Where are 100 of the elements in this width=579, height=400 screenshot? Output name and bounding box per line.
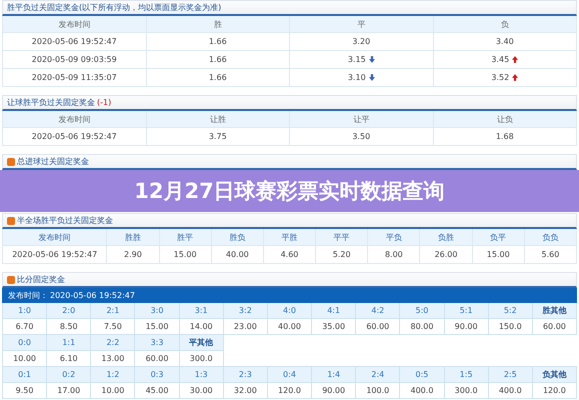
table-cell: 2.90 <box>107 246 160 264</box>
column-header: 负胜 <box>420 229 473 246</box>
score-header: 0:5 <box>400 367 445 383</box>
column-header: 负负 <box>524 229 577 246</box>
column-header: 负 <box>434 16 577 33</box>
table-cell: 15.00 <box>472 246 525 264</box>
score-header: 1:3 <box>180 367 224 383</box>
score-header: 2:1 <box>91 303 136 319</box>
table-cell: 26.00 <box>420 246 473 264</box>
score-header: 4:2 <box>356 303 400 319</box>
score-header: 2:4 <box>356 367 400 383</box>
score-header: 3:1 <box>180 303 224 319</box>
table-cell: 5.20 <box>316 246 368 264</box>
table-cell: 1.66 <box>146 51 290 69</box>
score-header: 4:1 <box>312 303 356 319</box>
score-header: 1:4 <box>312 367 356 383</box>
odds-cell: 400.0 <box>488 383 533 399</box>
odds-cell: 30.00 <box>180 383 224 399</box>
handicap-label: (-1) <box>97 98 112 107</box>
score-header: 3:0 <box>135 303 180 319</box>
table-cell: 4.60 <box>264 246 316 264</box>
column-header: 发布时间 <box>3 111 146 128</box>
odds-cell: 10.00 <box>91 383 136 399</box>
score-header: 0:2 <box>47 367 92 383</box>
table-cell: 15.00 <box>160 246 212 264</box>
column-header: 负平 <box>472 229 525 246</box>
section-icon <box>7 158 15 166</box>
publish-time-label: 发布时间： <box>8 290 48 301</box>
column-header: 胜 <box>146 16 290 33</box>
odds-cell: 300.0 <box>444 383 489 399</box>
section-icon <box>7 276 15 284</box>
table-cell: 3.52 <box>434 69 577 87</box>
section-title: 胜平负过关固定奖金(以下所有浮动，均以票面显示奖金为准) <box>7 2 222 13</box>
odds-cell: 120.0 <box>532 383 577 399</box>
score-header: 2:2 <box>91 335 136 351</box>
score-header: 2:0 <box>47 303 92 319</box>
score-header: 0:1 <box>3 367 48 383</box>
column-header: 平平 <box>316 229 368 246</box>
column-header: 让负 <box>434 111 577 128</box>
score-header: 3:2 <box>224 303 268 319</box>
odds-cell: 45.00 <box>135 383 180 399</box>
table-cell: 3.50 <box>290 128 434 146</box>
column-header: 胜胜 <box>107 229 160 246</box>
score-header: 1:0 <box>3 303 48 319</box>
score-header: 胜其他 <box>532 303 577 319</box>
column-header: 平负 <box>368 229 420 246</box>
odds-cell: 120.0 <box>268 383 312 399</box>
odds-cell: 32.00 <box>224 383 268 399</box>
table-cell: 3.10 <box>290 69 434 87</box>
score-header: 0:3 <box>135 367 180 383</box>
table-cell: 40.00 <box>212 246 264 264</box>
table-cell: 5.60 <box>524 246 577 264</box>
odds-cell: 17.00 <box>47 383 92 399</box>
score-header: 3:3 <box>135 335 180 351</box>
column-header: 发布时间 <box>3 16 146 33</box>
table-cell: 1.68 <box>434 128 577 146</box>
odds-cell: 400.0 <box>400 383 445 399</box>
column-header: 让胜 <box>146 111 290 128</box>
score-header: 5:0 <box>400 303 445 319</box>
section-icon <box>7 216 15 224</box>
table-cell: 2020-05-06 19:52:47 <box>3 246 108 264</box>
score-header: 平其他 <box>180 335 224 351</box>
table-cell: 2020-05-06 19:52:47 <box>3 128 146 146</box>
column-header: 胜负 <box>212 229 264 246</box>
score-header: 0:0 <box>3 335 48 351</box>
column-header: 平胜 <box>264 229 316 246</box>
column-header: 发布时间 <box>3 229 108 246</box>
score-header: 1:1 <box>47 335 92 351</box>
score-header: 5:1 <box>444 303 489 319</box>
score-header: 5:2 <box>488 303 533 319</box>
section-title: 比分固定奖金 <box>17 274 65 285</box>
table-cell: 3.20 <box>290 33 434 51</box>
score-header: 负其他 <box>532 367 577 383</box>
table-cell: 2020-05-06 19:52:47 <box>3 33 146 51</box>
table-cell: 1.66 <box>146 69 290 87</box>
score-header: 4:0 <box>268 303 312 319</box>
score-header: 1:2 <box>91 367 136 383</box>
table-cell: 3.15 <box>290 51 434 69</box>
section-title: 总进球过关固定奖金 <box>17 156 89 167</box>
banner-title: 12月27日球赛彩票实时数据查询 <box>134 178 445 205</box>
table-cell: 1.66 <box>146 33 290 51</box>
table-cell: 8.00 <box>368 246 420 264</box>
section-title: 半全场胜平负过关固定奖金 <box>17 215 113 226</box>
odds-cell: 90.00 <box>312 383 356 399</box>
table-cell: 3.75 <box>146 128 290 146</box>
odds-cell: 100.0 <box>356 383 400 399</box>
score-header: 2:3 <box>224 367 268 383</box>
publish-time: 2020-05-06 19:52:47 <box>50 291 135 300</box>
section-title: 让球胜平负过关固定奖金 <box>7 97 95 108</box>
column-header: 让平 <box>290 111 434 128</box>
score-header: 2:5 <box>488 367 533 383</box>
table-cell: 2020-05-09 11:35:07 <box>3 69 146 87</box>
score-header: 0:4 <box>268 367 312 383</box>
column-header: 平 <box>290 16 434 33</box>
column-header: 胜平 <box>160 229 212 246</box>
score-header: 1:5 <box>444 367 489 383</box>
table-cell: 3.40 <box>434 33 577 51</box>
odds-cell: 9.50 <box>3 383 48 399</box>
table-cell: 2020-05-09 09:03:59 <box>3 51 146 69</box>
table-cell: 3.45 <box>434 51 577 69</box>
